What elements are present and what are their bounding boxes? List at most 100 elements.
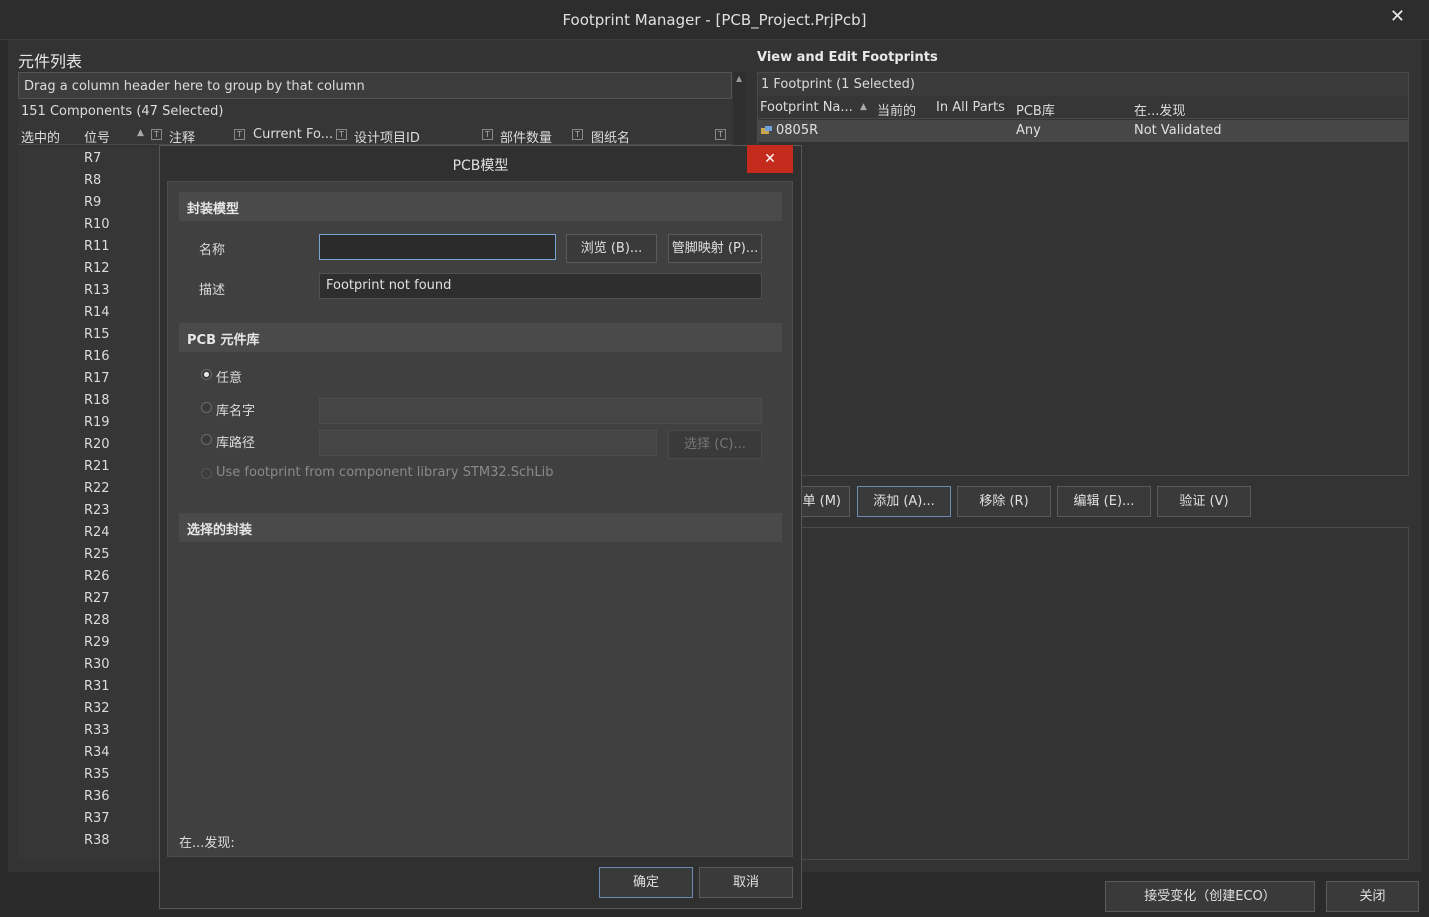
component-row[interactable]: R32 — [84, 701, 110, 716]
col-header-selected[interactable]: 选中的 — [21, 127, 60, 146]
found-in-label: 在...发现: — [179, 836, 235, 851]
component-row[interactable]: R17 — [84, 371, 110, 386]
edit-footprint-button[interactable]: 编辑 (E)... — [1057, 486, 1151, 517]
col-header-designator[interactable]: 位号 — [84, 127, 110, 146]
component-row[interactable]: R36 — [84, 789, 110, 804]
component-row[interactable]: R13 — [84, 283, 110, 298]
radio-any-label: 任意 — [216, 371, 243, 386]
col-header-current[interactable]: 当前的 — [877, 100, 916, 119]
description-field: Footprint not found — [319, 273, 762, 299]
component-row[interactable]: R33 — [84, 723, 110, 738]
browse-button[interactable]: 浏览 (B)... — [566, 234, 657, 263]
radio-any[interactable] — [201, 369, 212, 380]
footprint-count: 1 Footprint (1 Selected) — [758, 73, 1408, 96]
sort-asc-icon: ▲ — [137, 128, 144, 138]
radio-use-component-library-label: Use footprint from component library STM… — [216, 465, 554, 480]
component-row[interactable]: R8 — [84, 173, 101, 188]
col-header-pcb-library[interactable]: PCB库 — [1016, 100, 1055, 119]
section-footprint-model: 封装模型 — [179, 192, 782, 221]
col-header-footprint-name[interactable]: Footprint Na... — [760, 100, 853, 115]
component-row[interactable]: R30 — [84, 657, 110, 672]
component-row[interactable]: R9 — [84, 195, 101, 210]
col-header-comment[interactable]: 注释 — [169, 127, 195, 146]
name-label: 名称 — [199, 243, 226, 258]
filter-icon[interactable]: T — [151, 129, 162, 140]
accept-changes-button[interactable]: 接受变化（创建ECO） — [1105, 881, 1315, 912]
component-row[interactable]: R21 — [84, 459, 110, 474]
library-path-input[interactable] — [319, 430, 657, 456]
component-row[interactable]: R22 — [84, 481, 110, 496]
component-row[interactable]: R29 — [84, 635, 110, 650]
component-row[interactable]: R26 — [84, 569, 110, 584]
section-selected-footprint: 选择的封装 — [179, 513, 782, 542]
col-header-in-all-parts[interactable]: In All Parts — [936, 100, 1005, 115]
component-count: 151 Components (47 Selected) — [18, 100, 732, 124]
add-footprint-button[interactable]: 添加 (A)... — [857, 486, 951, 517]
radio-library-name-label: 库名字 — [216, 404, 256, 419]
radio-library-name[interactable] — [201, 402, 212, 413]
radio-library-path-label: 库路径 — [216, 436, 256, 451]
footprint-icon — [761, 126, 772, 134]
ok-button[interactable]: 确定 — [599, 867, 693, 898]
remove-footprint-button[interactable]: 移除 (R) — [957, 486, 1051, 517]
component-row[interactable]: R23 — [84, 503, 110, 518]
footprint-name: 0805R — [776, 123, 819, 138]
footprint-preview — [757, 527, 1409, 860]
component-row[interactable]: R14 — [84, 305, 110, 320]
component-list-title: 元件列表 — [18, 52, 83, 71]
close-button[interactable]: 关闭 — [1326, 881, 1419, 912]
filter-icon[interactable]: T — [715, 129, 726, 140]
footprint-found-in: Not Validated — [1134, 123, 1222, 138]
description-label: 描述 — [199, 283, 226, 298]
footprint-library: Any — [1016, 123, 1041, 138]
col-header-sheet-name[interactable]: 图纸名 — [591, 127, 630, 146]
component-row[interactable]: R24 — [84, 525, 110, 540]
section-pcb-library: PCB 元件库 — [179, 323, 782, 352]
title-bar: Footprint Manager - [PCB_Project.PrjPcb]… — [0, 0, 1429, 40]
window-title: Footprint Manager - [PCB_Project.PrjPcb] — [562, 11, 867, 29]
component-row[interactable]: R25 — [84, 547, 110, 562]
scroll-up-icon[interactable]: ▲ — [736, 74, 742, 83]
component-row[interactable]: R15 — [84, 327, 110, 342]
component-row[interactable]: R34 — [84, 745, 110, 760]
footprint-name-input[interactable] — [319, 234, 556, 260]
component-row[interactable]: R12 — [84, 261, 110, 276]
col-header-part-count[interactable]: 部件数量 — [500, 127, 552, 146]
component-row[interactable]: R28 — [84, 613, 110, 628]
component-row[interactable]: R16 — [84, 349, 110, 364]
col-header-found-in[interactable]: 在...发现 — [1134, 100, 1185, 119]
cancel-button[interactable]: 取消 — [699, 867, 793, 898]
col-header-current-footprint[interactable]: Current Fo... — [253, 127, 333, 142]
component-column-headers: 选中的 位号 ▲ T 注释 T Current Fo... T 设计项目ID T… — [18, 124, 732, 146]
component-list-scrollbar[interactable]: ▲ — [733, 72, 746, 144]
group-by-bar[interactable]: Drag a column header here to group by th… — [18, 72, 732, 99]
component-row[interactable]: R31 — [84, 679, 110, 694]
sort-asc-icon: ▲ — [860, 102, 867, 112]
component-row[interactable]: R20 — [84, 437, 110, 452]
filter-icon[interactable]: T — [336, 129, 347, 140]
component-row[interactable]: R27 — [84, 591, 110, 606]
filter-icon[interactable]: T — [234, 129, 245, 140]
validate-footprint-button[interactable]: 验证 (V) — [1157, 486, 1251, 517]
component-row[interactable]: R11 — [84, 239, 110, 254]
component-row[interactable]: R10 — [84, 217, 110, 232]
pin-map-button[interactable]: 管脚映射 (P)... — [668, 234, 762, 263]
component-row[interactable]: R38 — [84, 833, 110, 848]
library-name-input[interactable] — [319, 398, 762, 424]
radio-library-path[interactable] — [201, 434, 212, 445]
window-close-icon[interactable]: ✕ — [1390, 6, 1405, 27]
component-row[interactable]: R18 — [84, 393, 110, 408]
component-row[interactable]: R7 — [84, 151, 101, 166]
col-header-design-item-id[interactable]: 设计项目ID — [354, 127, 420, 146]
component-row[interactable]: R35 — [84, 767, 110, 782]
dialog-close-icon[interactable]: ✕ — [747, 145, 793, 173]
footprint-row[interactable]: 0805R Any Not Validated — [758, 120, 1408, 142]
component-row[interactable]: R19 — [84, 415, 110, 430]
filter-icon[interactable]: T — [482, 129, 493, 140]
footprints-panel-title: View and Edit Footprints — [757, 50, 938, 65]
radio-use-component-library[interactable] — [201, 468, 212, 479]
footprint-column-headers: Footprint Na... ▲ 当前的 In All Parts PCB库 … — [758, 96, 1408, 119]
filter-icon[interactable]: T — [572, 129, 583, 140]
choose-library-button[interactable]: 选择 (C)... — [668, 430, 762, 459]
component-row[interactable]: R37 — [84, 811, 110, 826]
